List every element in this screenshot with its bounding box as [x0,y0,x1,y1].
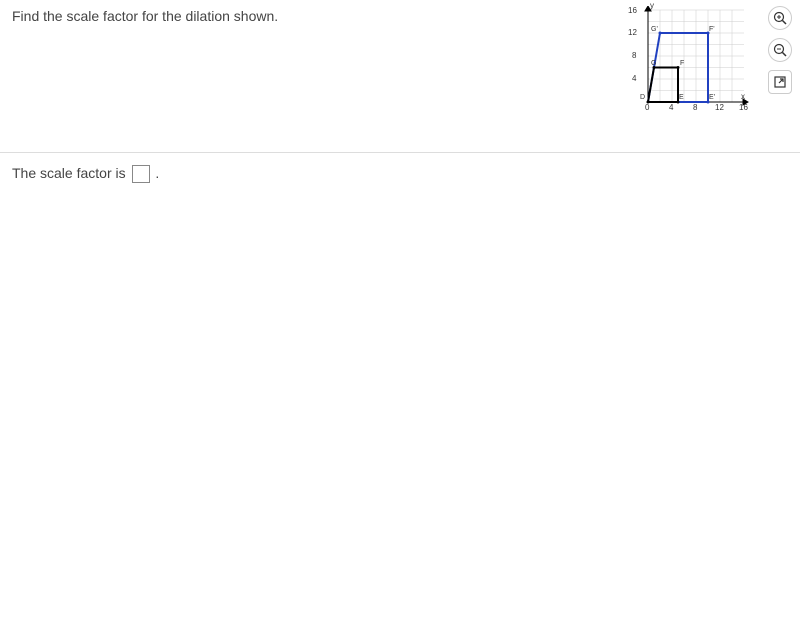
point-G: G [651,60,656,67]
x-tick-0: 0 [645,103,649,112]
question-area: Find the scale factor for the dilation s… [0,0,800,32]
x-axis-label: x [741,92,745,101]
point-F: F [680,60,684,67]
y-tick-12: 12 [628,28,637,37]
point-F-prime: F' [709,26,715,33]
answer-area: The scale factor is . [0,153,800,195]
x-tick-4: 4 [669,103,673,112]
zoom-out-icon [773,43,787,57]
x-tick-16: 16 [739,103,748,112]
answer-prefix: The scale factor is [12,165,130,181]
expand-button[interactable] [768,70,792,94]
point-G-prime: G' [651,26,658,33]
y-tick-4: 4 [632,74,636,83]
zoom-out-button[interactable] [768,38,792,62]
zoom-in-button[interactable] [768,6,792,30]
point-E-prime: E' [709,94,715,101]
x-tick-8: 8 [693,103,697,112]
y-tick-8: 8 [632,51,636,60]
dilation-graph: 16 12 8 4 0 4 8 12 16 y x D E F G E' F' … [630,6,750,114]
graph-container: 16 12 8 4 0 4 8 12 16 y x D E F G E' F' … [630,6,750,114]
y-tick-16: 16 [628,6,637,15]
answer-suffix: . [155,165,159,181]
point-D: D [640,94,645,101]
graph-toolbar [768,6,792,94]
expand-icon [773,75,787,89]
scale-factor-input[interactable] [132,165,150,183]
y-axis-label: y [650,1,654,10]
point-E: E [679,94,684,101]
x-tick-12: 12 [715,103,724,112]
zoom-in-icon [773,11,787,25]
